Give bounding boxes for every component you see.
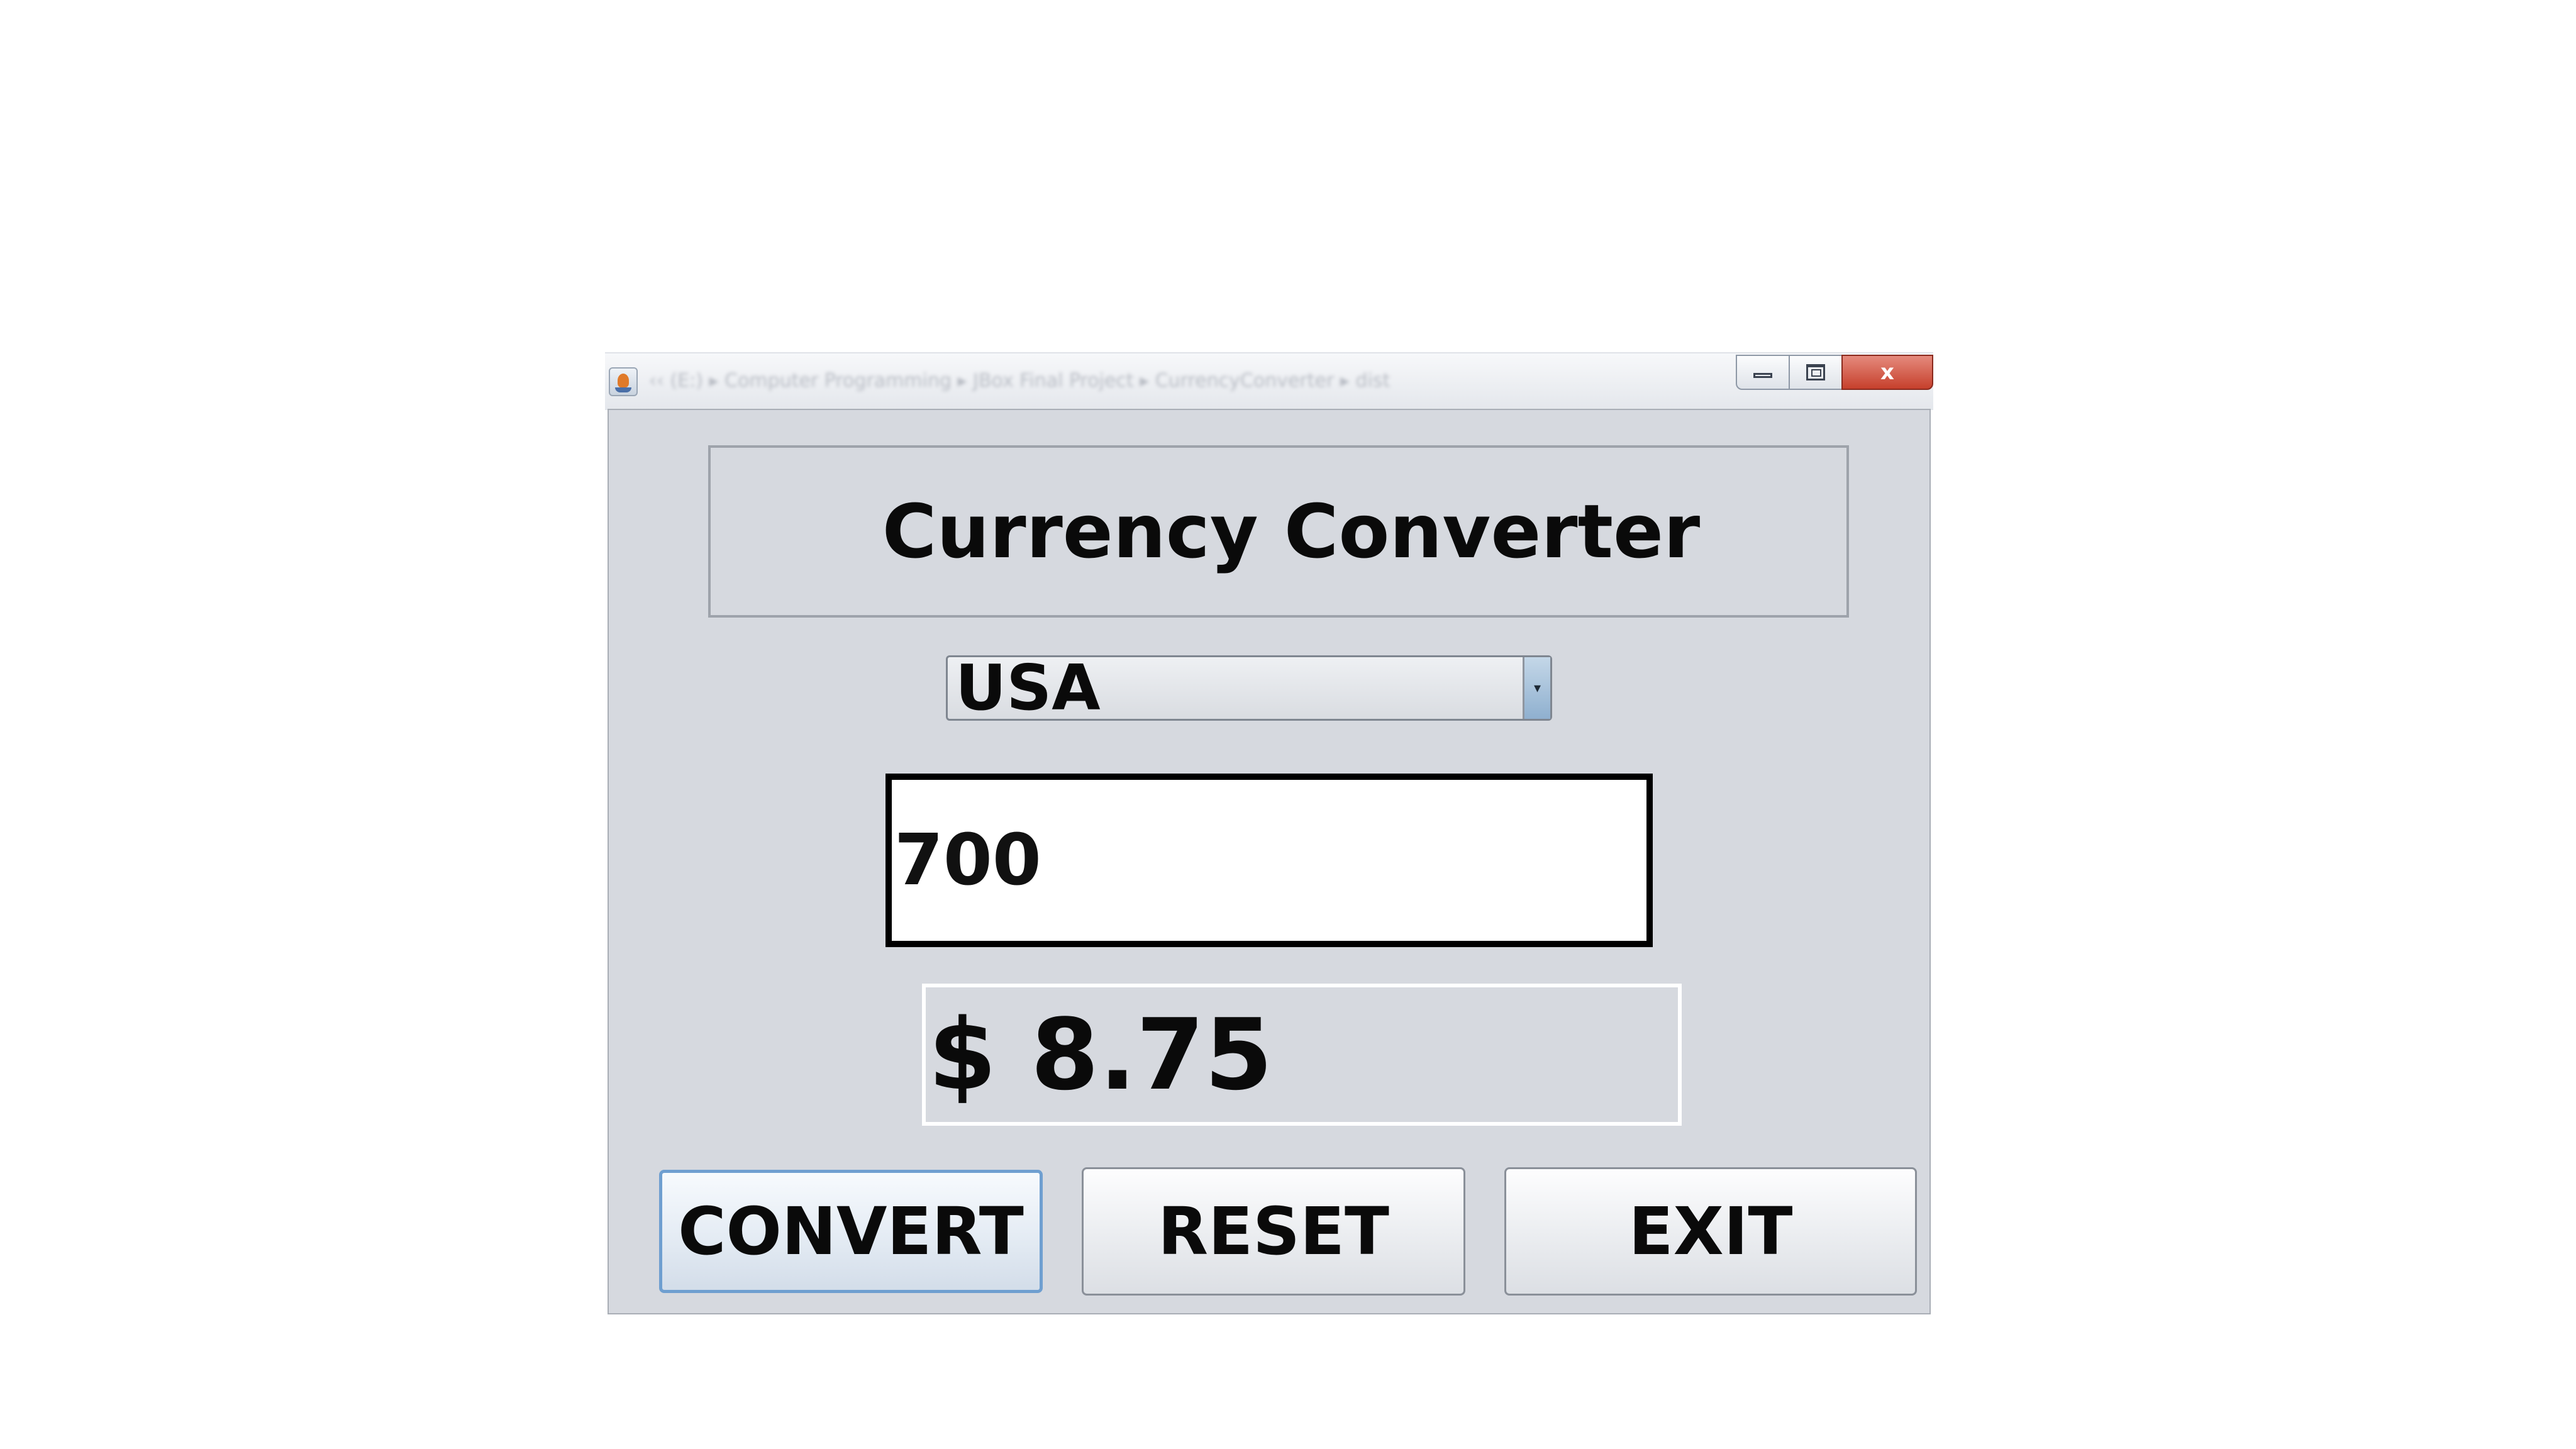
window-controls: x xyxy=(1736,355,1933,390)
reset-button[interactable]: RESET xyxy=(1082,1167,1465,1296)
amount-input[interactable] xyxy=(886,774,1653,947)
window-title: ‹‹ (E:) ▸ Computer Programming ▸ JBox Fi… xyxy=(649,370,1391,392)
country-select-value: USA xyxy=(955,651,1101,724)
convert-button[interactable]: CONVERT xyxy=(659,1170,1043,1293)
close-button[interactable]: x xyxy=(1841,355,1933,390)
minimize-icon xyxy=(1753,373,1772,378)
result-value: $ 8.75 xyxy=(928,997,1273,1112)
maximize-button[interactable] xyxy=(1789,355,1843,390)
maximize-icon xyxy=(1806,364,1825,380)
exit-button[interactable]: EXIT xyxy=(1504,1167,1917,1296)
result-display: $ 8.75 xyxy=(922,984,1682,1126)
app-window: ‹‹ (E:) ▸ Computer Programming ▸ JBox Fi… xyxy=(605,352,1933,1321)
minimize-button[interactable] xyxy=(1736,355,1790,390)
java-cup-icon[interactable] xyxy=(609,367,638,396)
country-select[interactable]: USA ▾ xyxy=(946,655,1552,721)
main-panel: Currency Converter USA ▾ $ 8.75 CONVERT … xyxy=(608,409,1931,1314)
heading-panel: Currency Converter xyxy=(708,445,1849,618)
chevron-down-icon[interactable]: ▾ xyxy=(1523,657,1550,719)
close-icon: x xyxy=(1880,360,1894,385)
title-bar[interactable]: ‹‹ (E:) ▸ Computer Programming ▸ JBox Fi… xyxy=(605,352,1933,410)
screen: ‹‹ (E:) ▸ Computer Programming ▸ JBox Fi… xyxy=(0,0,2576,1449)
page-title: Currency Converter xyxy=(882,488,1701,575)
